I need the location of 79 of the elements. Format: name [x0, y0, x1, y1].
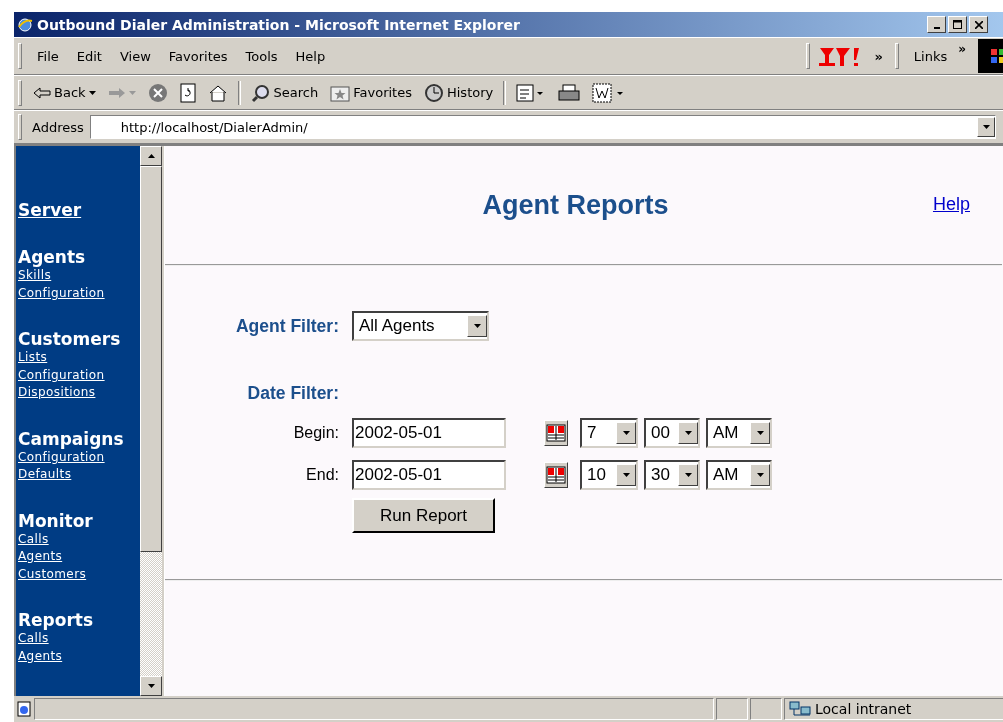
close-icon	[974, 20, 983, 29]
scroll-up-button[interactable]	[140, 146, 162, 166]
security-zone: Local intranet	[784, 698, 1003, 720]
toolbar-button[interactable]: Back	[28, 83, 101, 102]
date-filter-label: Date Filter:	[246, 382, 339, 404]
more-chevron[interactable]: »	[866, 48, 891, 64]
sidebar-heading: Reports	[18, 610, 94, 630]
toolbar-button[interactable]: History	[418, 80, 499, 105]
scroll-thumb[interactable]	[140, 166, 162, 552]
menu-item[interactable]: File	[30, 46, 66, 66]
sidebar-heading: Customers	[18, 329, 121, 349]
clock-icon	[423, 82, 444, 103]
scroll-down-button[interactable]	[140, 676, 162, 696]
agent-filter-label: Agent Filter:	[234, 315, 339, 337]
date-field[interactable]: 2002-05-01	[352, 418, 506, 448]
network-icon	[789, 700, 811, 718]
sidebar-link[interactable]: Agents	[18, 647, 63, 665]
minimize-button[interactable]	[927, 16, 946, 33]
ampm-dropdown[interactable]: AM	[706, 418, 772, 448]
close-button[interactable]	[969, 16, 988, 33]
toolbar-button[interactable]: Favorites	[325, 81, 417, 104]
run-report-button[interactable]: Run Report	[352, 498, 495, 533]
sidebar-link[interactable]: Skills	[18, 267, 52, 285]
sidebar-link[interactable]: Dispositions	[18, 384, 96, 402]
calendar-button[interactable]	[544, 420, 568, 446]
sidebar-link[interactable]: Defaults	[18, 466, 72, 484]
sidebar-link[interactable]: Lists	[18, 349, 48, 367]
sidebar-link[interactable]: Calls	[18, 630, 49, 648]
status-panel	[716, 698, 748, 720]
refresh-icon	[179, 82, 196, 103]
home-icon	[207, 83, 228, 102]
sidebar-link[interactable]: Configuration	[18, 366, 105, 384]
minute-dropdown[interactable]: 30	[644, 460, 700, 490]
ampm-dropdown[interactable]: AM	[706, 460, 772, 490]
sidebar-heading: Monitor	[18, 510, 93, 531]
forward-arrow-icon	[107, 86, 126, 99]
scrollbar[interactable]	[140, 146, 162, 696]
calendar-button[interactable]	[544, 462, 568, 488]
menu-item[interactable]: Help	[288, 46, 333, 66]
sidebar-heading: Campaigns	[18, 428, 124, 449]
menu-item[interactable]: Edit	[69, 46, 109, 66]
page-title: Agent Reports	[482, 189, 669, 221]
date-field[interactable]: 2002-05-01	[352, 460, 506, 490]
down-arrow-icon	[147, 684, 155, 688]
sidebar-link[interactable]: Customers	[18, 565, 87, 583]
menu-item[interactable]: View	[112, 46, 158, 66]
sidebar-heading-link[interactable]: Server	[18, 200, 82, 220]
help-link[interactable]: Help	[932, 194, 970, 215]
maximize-icon	[953, 20, 962, 29]
menu-item[interactable]: Favorites	[161, 46, 235, 66]
back-arrow-icon	[33, 86, 51, 99]
sidebar-link[interactable]: Calls	[18, 530, 49, 548]
toolbar-button[interactable]: Search	[245, 80, 324, 105]
browser-logo-icon	[17, 16, 33, 33]
minimize-icon	[933, 26, 940, 29]
printer-icon	[558, 83, 581, 102]
sidebar-link[interactable]: Agents	[18, 548, 63, 566]
search-icon	[250, 82, 271, 103]
agent-filter-dropdown[interactable]: All Agents	[352, 311, 489, 341]
stop-icon	[147, 82, 168, 103]
links-button[interactable]: Links	[906, 46, 955, 66]
sidebar-link[interactable]: Configuration	[18, 448, 105, 466]
hour-dropdown[interactable]: 10	[580, 460, 638, 490]
caret-icon	[88, 90, 96, 95]
address-label: Address	[31, 119, 85, 135]
sidebar-link[interactable]: Configuration	[18, 284, 105, 302]
up-arrow-icon	[147, 154, 155, 158]
minute-dropdown[interactable]: 00	[644, 418, 700, 448]
hour-dropdown[interactable]: 7	[580, 418, 638, 448]
window-title: Outbound Dialer Administration - Microsoft Internet Explorer	[37, 16, 521, 33]
address-field[interactable]: http://localhost/DialerAdmin/	[89, 115, 996, 139]
caret-icon	[128, 90, 136, 95]
links-chevron[interactable]: »	[958, 38, 974, 56]
date-label: Begin:	[292, 424, 339, 442]
menu-item[interactable]: Tools	[238, 46, 285, 66]
maximize-button[interactable]	[948, 16, 967, 33]
date-label: End:	[305, 466, 339, 484]
status-panel	[750, 698, 782, 720]
sidebar-heading: Agents	[18, 247, 86, 267]
